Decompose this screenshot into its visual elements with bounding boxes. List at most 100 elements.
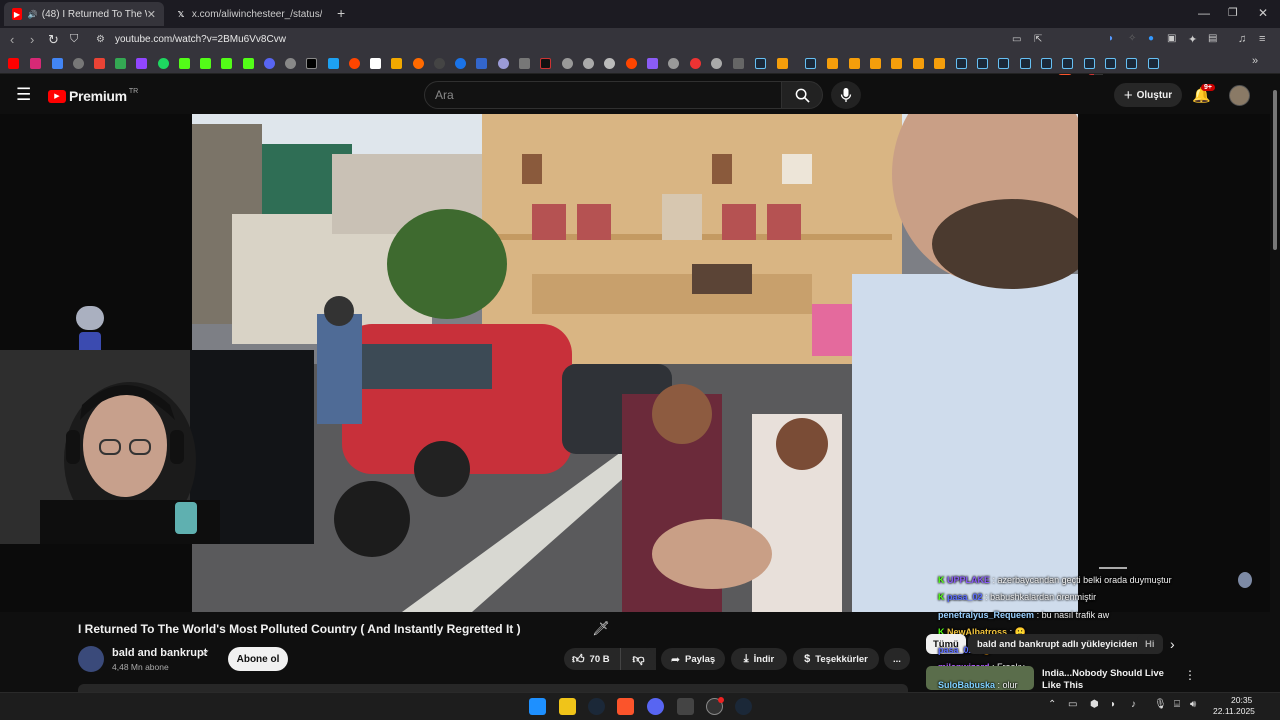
bookmark-icon[interactable] bbox=[52, 58, 63, 69]
menu-icon[interactable]: ≡ bbox=[1259, 33, 1265, 45]
bookmark-folder-icon[interactable] bbox=[733, 58, 744, 69]
extension-icon[interactable]: ✧ bbox=[1128, 33, 1136, 44]
bookmark-kick-icon[interactable] bbox=[221, 58, 232, 69]
sidebar-icon[interactable]: ▤ bbox=[1208, 33, 1217, 44]
steam-icon[interactable] bbox=[735, 698, 752, 715]
steam-icon[interactable] bbox=[588, 698, 605, 715]
download-button[interactable]: ⤓ İndir bbox=[731, 648, 787, 670]
dislike-button[interactable]: 👎︎ bbox=[620, 648, 656, 670]
media-icon[interactable]: ♫ bbox=[1238, 33, 1246, 45]
extension-icon[interactable]: ▣ bbox=[1167, 33, 1176, 44]
bookmark-twitch-icon[interactable] bbox=[136, 58, 147, 69]
browser-tab-active[interactable]: ▶ 🔊 (48) I Returned To The World ✕ bbox=[4, 2, 164, 26]
bookmark-x-icon[interactable] bbox=[306, 58, 317, 69]
bookmark-steam-icon[interactable] bbox=[755, 58, 766, 69]
bookmark-icon[interactable] bbox=[519, 58, 530, 69]
bookmark-icon[interactable] bbox=[690, 58, 701, 69]
audio-icon[interactable]: 🔊 bbox=[28, 10, 38, 19]
reload-icon[interactable]: ↻ bbox=[48, 32, 59, 48]
bookmark-icon[interactable] bbox=[94, 58, 105, 69]
bookmark-icon[interactable] bbox=[562, 58, 573, 69]
bookmark-steam-icon[interactable] bbox=[977, 58, 988, 69]
tray-icon[interactable]: ⬢ bbox=[1090, 699, 1099, 710]
bookmark-icon[interactable] bbox=[849, 58, 860, 69]
restore-icon[interactable]: ❐ bbox=[1228, 6, 1238, 19]
bookmark-steam-icon[interactable] bbox=[1062, 58, 1073, 69]
bookmark-kick-icon[interactable] bbox=[200, 58, 211, 69]
thanks-button[interactable]: $ Teşekkürler bbox=[793, 648, 879, 670]
video-frame[interactable] bbox=[192, 114, 1078, 612]
bookmark-steam-icon[interactable] bbox=[1105, 58, 1116, 69]
bookmark-icon[interactable] bbox=[827, 58, 838, 69]
extensions-puzzle-icon[interactable]: ✦ bbox=[1188, 33, 1197, 46]
tray-chevron-icon[interactable]: ⌃ bbox=[1048, 699, 1056, 710]
bookmark-kick-icon[interactable] bbox=[179, 58, 190, 69]
bookmark-icon[interactable] bbox=[498, 58, 509, 69]
search-input[interactable] bbox=[425, 82, 781, 108]
windows-start-icon[interactable] bbox=[529, 698, 546, 715]
subscribe-button[interactable]: Abone ol bbox=[228, 647, 288, 671]
bookmark-kick-icon[interactable] bbox=[243, 58, 254, 69]
bookmark-steam-icon[interactable] bbox=[1041, 58, 1052, 69]
bookmark-drive-icon[interactable] bbox=[115, 58, 126, 69]
chip-more[interactable]: Hi bbox=[1137, 634, 1163, 654]
bookmark-icon[interactable] bbox=[540, 58, 551, 69]
bookmark-icon[interactable] bbox=[711, 58, 722, 69]
site-settings-icon[interactable]: ⚙ bbox=[96, 34, 105, 45]
bookmark-steam-icon[interactable] bbox=[805, 58, 816, 69]
bookmark-steam-icon[interactable] bbox=[1126, 58, 1137, 69]
hamburger-menu-icon[interactable]: ☰ bbox=[16, 85, 31, 105]
network-icon[interactable]: ⌸ bbox=[1174, 699, 1180, 710]
page-scrollbar[interactable] bbox=[1270, 76, 1280, 692]
bookmark-steam-icon[interactable] bbox=[956, 58, 967, 69]
bookmark-icon[interactable] bbox=[391, 58, 402, 69]
clock-date[interactable]: 22.11.2025 bbox=[1213, 706, 1255, 716]
back-icon[interactable]: ‹ bbox=[10, 32, 14, 47]
bookmark-icon[interactable] bbox=[413, 58, 424, 69]
youtube-logo[interactable]: ▶ Premium TR bbox=[48, 88, 138, 104]
bookmark-reddit-icon[interactable] bbox=[349, 58, 360, 69]
bookmark-icon[interactable] bbox=[264, 58, 275, 69]
bookmark-icon[interactable] bbox=[891, 58, 902, 69]
channel-avatar[interactable] bbox=[78, 646, 104, 672]
recommended-title[interactable]: India...Nobody Should Live Like This bbox=[1042, 668, 1182, 690]
scrollbar-thumb[interactable] bbox=[1273, 90, 1277, 250]
bookmark-steam-icon[interactable] bbox=[1020, 58, 1031, 69]
volume-tray-icon[interactable]: ♪ bbox=[1131, 699, 1136, 710]
file-explorer-icon[interactable] bbox=[559, 698, 576, 715]
channel-name[interactable]: bald and bankrupt bbox=[112, 647, 207, 659]
bookmark-icon[interactable] bbox=[370, 58, 381, 69]
bookmark-reddit-icon[interactable] bbox=[626, 58, 637, 69]
bookmark-icon[interactable] bbox=[158, 58, 169, 69]
voice-search-button[interactable] bbox=[831, 81, 861, 109]
brave-browser-icon[interactable] bbox=[617, 698, 634, 715]
app-icon[interactable] bbox=[677, 698, 694, 715]
bookmark-icon[interactable] bbox=[73, 58, 84, 69]
bookmark-icon[interactable] bbox=[777, 58, 788, 69]
chip-uploader[interactable]: bald and bankrupt adlı yükleyiciden bbox=[968, 634, 1148, 654]
bookmark-icon[interactable] bbox=[934, 58, 945, 69]
bookmark-icon[interactable] bbox=[870, 58, 881, 69]
bookmark-icon[interactable] bbox=[913, 58, 924, 69]
bookmark-steam-icon[interactable] bbox=[998, 58, 1009, 69]
bookmark-icon[interactable] bbox=[604, 58, 615, 69]
more-bookmarks-icon[interactable]: » bbox=[1252, 55, 1258, 67]
forward-icon[interactable]: › bbox=[30, 32, 34, 47]
microphone-tray-icon[interactable]: 🎙︎ bbox=[1154, 699, 1167, 710]
description-box[interactable] bbox=[78, 684, 908, 692]
tray-icon[interactable]: ◗ bbox=[1110, 699, 1116, 710]
more-vert-icon[interactable]: ⋮ bbox=[1184, 668, 1196, 682]
bookmark-icon[interactable]: ⛉ bbox=[70, 33, 78, 46]
bookmark-icon[interactable] bbox=[285, 58, 296, 69]
bookmark-steam-icon[interactable] bbox=[1084, 58, 1095, 69]
tray-icon[interactable]: ▭ bbox=[1068, 699, 1077, 710]
share-button[interactable]: ➦ Paylaş bbox=[661, 648, 725, 670]
discord-icon[interactable] bbox=[647, 698, 664, 715]
search-button[interactable] bbox=[781, 81, 823, 109]
bookmark-icon[interactable] bbox=[455, 58, 466, 69]
avatar[interactable] bbox=[1229, 85, 1250, 106]
bookmark-icon[interactable] bbox=[434, 58, 445, 69]
chevron-right-icon[interactable]: › bbox=[1170, 636, 1175, 652]
window-close-icon[interactable]: ✕ bbox=[1258, 6, 1268, 20]
bookmark-icon[interactable] bbox=[647, 58, 658, 69]
